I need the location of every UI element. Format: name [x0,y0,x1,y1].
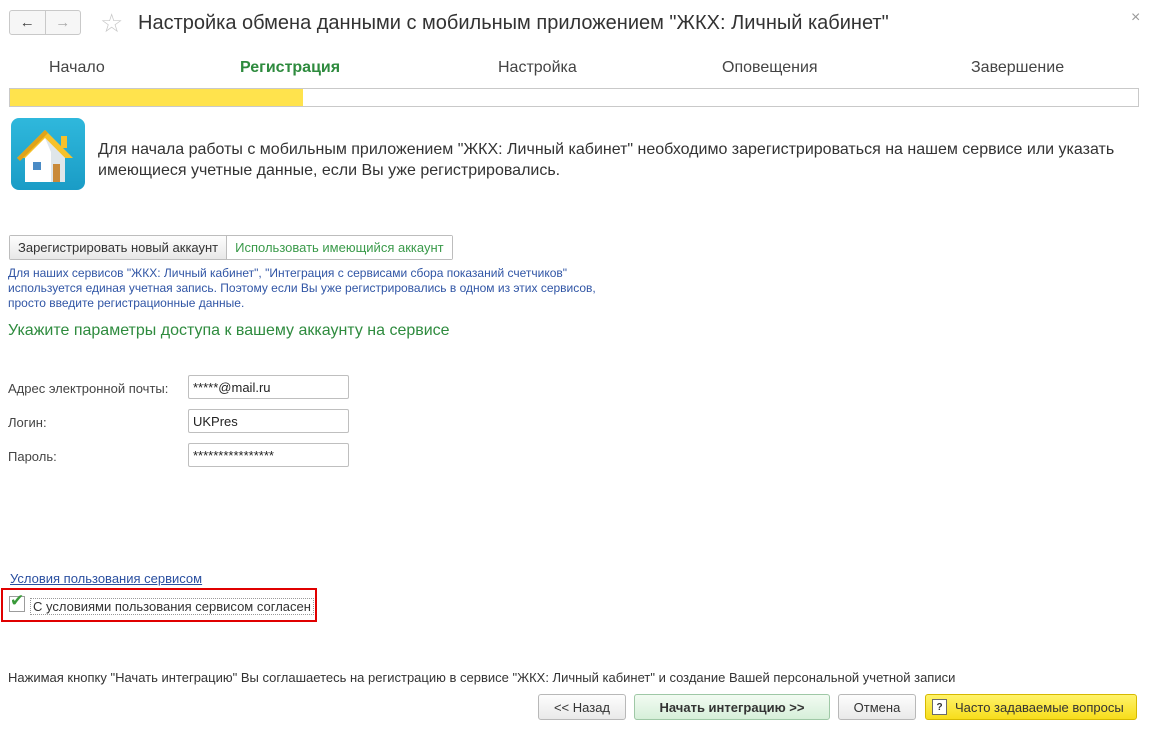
favorite-star-icon[interactable]: ☆ [100,8,123,38]
use-existing-account-button[interactable]: Использовать имеющийся аккаунт [227,236,452,259]
faq-button[interactable]: ? Часто задаваемые вопросы [925,694,1137,720]
terms-of-use-link[interactable]: Условия пользования сервисом [10,571,202,586]
note-line: просто введите регистрационные данные. [8,296,245,310]
app-house-icon [11,118,85,190]
step-settings: Настройка [498,59,577,76]
progress-bar-fill [10,89,304,106]
window-title: Настройка обмена данными с мобильным при… [138,12,889,34]
note-line: Для наших сервисов "ЖКХ: Личный кабинет"… [8,266,568,280]
password-field[interactable] [188,443,349,467]
close-icon[interactable]: × [1131,9,1140,27]
cancel-button[interactable]: Отмена [838,694,916,720]
register-new-account-button[interactable]: Зарегистрировать новый аккаунт [10,236,228,259]
question-icon: ? [932,699,947,715]
step-finish: Завершение [971,59,1065,76]
consent-label[interactable]: С условиями пользования сервисом согласе… [30,598,314,615]
forward-arrow-icon[interactable]: → [46,11,81,34]
progress-bar [9,88,1139,107]
faq-button-label: Часто задаваемые вопросы [955,699,1124,715]
login-field[interactable] [188,409,349,433]
step-notifications: Оповещения [722,59,818,76]
email-field[interactable] [188,375,349,399]
login-label: Логин: [8,415,47,430]
note-line: используется единая учетная запись. Поэт… [8,281,596,295]
account-mode-toggle: Зарегистрировать новый аккаунт Использов… [9,235,453,260]
back-arrow-icon[interactable]: ← [10,11,46,34]
start-integration-button[interactable]: Начать интеграцию >> [634,694,830,720]
section-title: Укажите параметры доступа к вашему аккау… [8,322,450,339]
email-label: Адрес электронной почты: [8,381,169,396]
history-nav: ← → [9,10,81,35]
back-button[interactable]: << Назад [538,694,626,720]
step-start: Начало [49,59,105,76]
shared-account-note: Для наших сервисов "ЖКХ: Личный кабинет"… [8,266,708,311]
password-label: Пароль: [8,449,57,464]
agreement-note: Нажимая кнопку "Начать интеграцию" Вы со… [8,670,956,685]
step-registration: Регистрация [240,59,341,76]
intro-text: Для начала работы с мобильным приложение… [98,141,1115,179]
checkmark-icon: ✔ [10,591,25,610]
